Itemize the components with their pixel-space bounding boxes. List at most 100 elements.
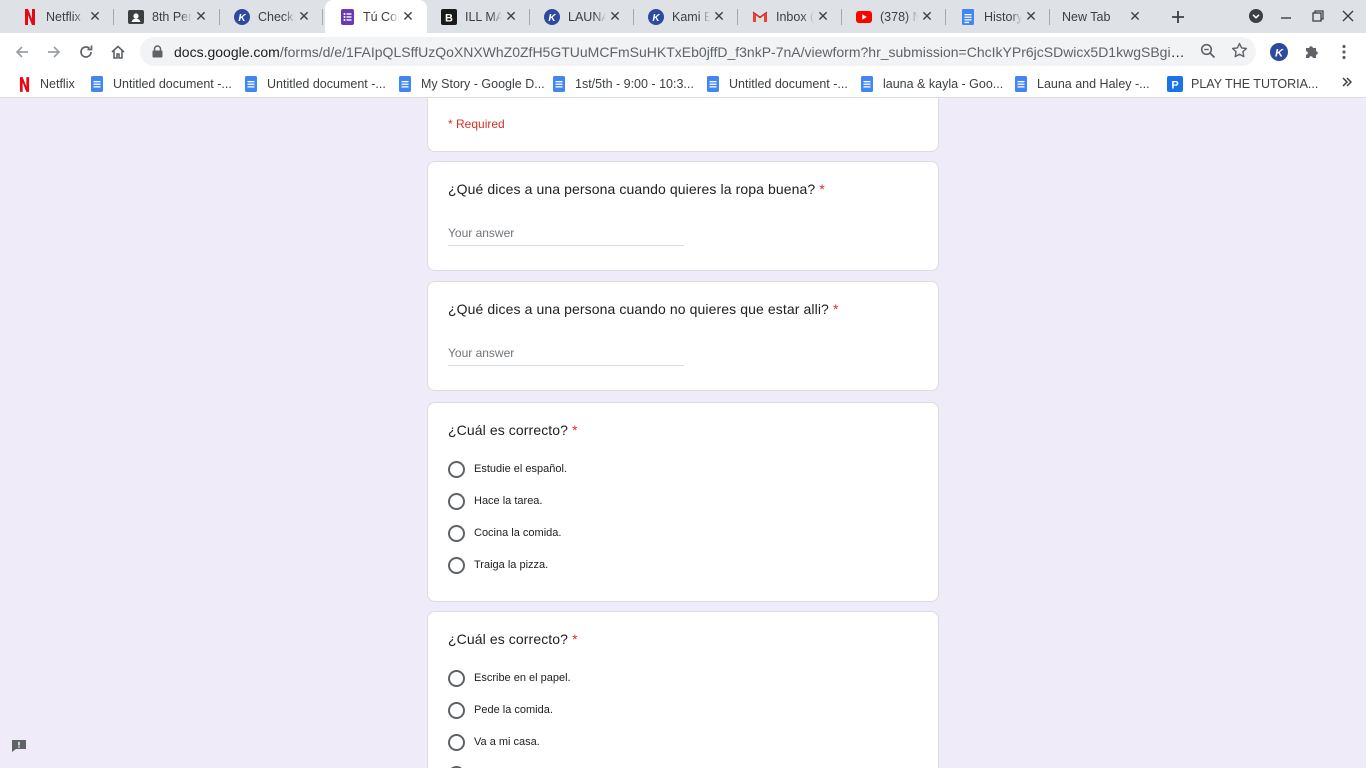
bookmark-launa-kayla[interactable]: launa & kayla - Goo... — [859, 75, 1003, 93]
close-icon[interactable]: ✕ — [710, 8, 728, 26]
close-icon[interactable]: ✕ — [918, 8, 936, 26]
tab-ill-make[interactable]: B ILL MAKE ✕ — [427, 0, 530, 33]
bookmark-star-icon[interactable] — [1231, 42, 1248, 64]
puzzle-icon — [1305, 45, 1318, 58]
radio-option[interactable]: Estudie el español. — [448, 459, 567, 479]
close-icon[interactable]: ✕ — [192, 8, 210, 26]
short-answer-field[interactable] — [448, 342, 684, 366]
close-icon[interactable]: ✕ — [1022, 8, 1040, 26]
bookmark-untitled-document-3[interactable]: Untitled document -... — [705, 75, 848, 93]
tab-tu-con[interactable]: Tú Con ✕ — [325, 0, 427, 33]
minimize-button[interactable] — [1274, 5, 1298, 27]
address-bar[interactable]: docs.google.com/forms/d/e/1FAIpQLSffUzQo… — [140, 37, 1256, 66]
radio-button[interactable] — [448, 492, 465, 510]
option-label: Traiga la pizza. — [474, 559, 549, 571]
radio-button[interactable] — [448, 701, 465, 719]
bookmark-my-story[interactable]: My Story - Google D... — [397, 75, 545, 93]
option-label: Pede la comida. — [474, 704, 553, 716]
question-title: ¿Qué dices a una persona cuando quieres … — [448, 181, 825, 197]
radio-option[interactable] — [448, 764, 474, 768]
restore-icon — [1312, 10, 1324, 22]
required-asterisk: * — [819, 181, 825, 197]
close-icon[interactable]: ✕ — [502, 8, 520, 26]
radio-button[interactable] — [448, 556, 465, 574]
tab-netflix[interactable]: Netflix ✕ — [8, 0, 114, 33]
home-button[interactable] — [104, 38, 132, 66]
bookmark-untitled-document-2[interactable]: Untitled document -... — [243, 75, 386, 93]
option-label: Cocina la comida. — [474, 527, 562, 539]
bookmark-play-tutorial[interactable]: P PLAY THE TUTORIA... — [1167, 75, 1318, 93]
close-icon[interactable]: ✕ — [399, 8, 417, 26]
tab-history[interactable]: History ✕ — [946, 0, 1050, 33]
google-forms-icon — [339, 8, 355, 25]
tab-inbox[interactable]: Inbox ( ✕ — [738, 0, 842, 33]
radio-button[interactable] — [448, 669, 465, 687]
reload-button[interactable] — [72, 38, 100, 66]
back-button[interactable] — [8, 38, 36, 66]
radio-option[interactable]: Va a mi casa. — [448, 732, 540, 752]
tab-search-button[interactable] — [1244, 5, 1268, 27]
form-page: * Required ¿Qué dices a una persona cuan… — [0, 98, 1366, 768]
required-note: * Required — [448, 117, 505, 131]
report-feedback-icon[interactable] — [11, 739, 27, 753]
brainly-icon: B — [441, 8, 457, 25]
gmail-icon — [752, 9, 768, 25]
close-icon[interactable]: ✕ — [1126, 8, 1144, 26]
zoom-icon[interactable] — [1200, 43, 1216, 64]
required-asterisk: * — [832, 301, 839, 317]
bookmark-untitled-document-1[interactable]: Untitled document -... — [89, 75, 232, 93]
arrow-right-icon — [48, 46, 61, 58]
tab-new-tab[interactable]: New Tab ✕ — [1050, 0, 1154, 33]
url-text[interactable]: docs.google.com/forms/d/e/1FAIpQLSffUzQo… — [174, 44, 1186, 60]
radio-option[interactable]: Cocina la comida. — [448, 523, 561, 543]
google-docs-icon — [859, 76, 875, 92]
question-text: ¿Cuál es correcto? — [448, 422, 569, 438]
bookmark-label: PLAY THE TUTORIA... — [1191, 77, 1319, 91]
kami-extension-button[interactable]: K — [1268, 41, 1290, 63]
question-card-1: ¿Qué dices a una persona cuando quieres … — [427, 161, 939, 271]
close-icon[interactable]: ✕ — [814, 8, 832, 26]
bookmarks-overflow-button[interactable] — [1342, 74, 1353, 90]
forward-button[interactable] — [40, 38, 68, 66]
bookmark-1st-5th[interactable]: 1st/5th - 9:00 - 10:3... — [551, 75, 694, 93]
short-answer-field[interactable] — [448, 222, 684, 246]
bookmark-label: Netflix — [40, 77, 75, 91]
answer-input-2[interactable] — [448, 342, 684, 360]
bookmark-netflix[interactable]: Netflix — [16, 75, 75, 93]
tab-kami[interactable]: K Kami E ✕ — [634, 0, 738, 33]
question-title: ¿Qué dices a una persona cuando no quier… — [448, 301, 839, 317]
radio-button[interactable] — [448, 733, 465, 751]
lock-icon[interactable] — [152, 45, 166, 58]
radio-button[interactable] — [448, 460, 465, 478]
radio-option[interactable]: Hace la tarea. — [448, 491, 542, 511]
question-card-3: ¿Cuál es correcto? * Estudie el español. … — [427, 402, 939, 602]
radio-option[interactable]: Traiga la pizza. — [448, 555, 548, 575]
google-docs-icon — [1013, 76, 1029, 92]
close-icon[interactable]: ✕ — [606, 8, 624, 26]
radio-option[interactable]: Pede la comida. — [448, 700, 553, 720]
reload-icon — [80, 45, 93, 58]
bookmark-launa-haley[interactable]: Launa and Haley -... — [1013, 75, 1150, 93]
radio-option[interactable]: Escribe en el papel. — [448, 668, 571, 688]
question-title: ¿Cuál es correcto? * — [448, 631, 578, 647]
close-window-button[interactable] — [1336, 5, 1360, 27]
google-docs-icon — [960, 8, 976, 25]
kami-icon: K — [648, 8, 664, 25]
bookmark-label: Launa and Haley -... — [1037, 77, 1150, 91]
extensions-button[interactable] — [1300, 41, 1322, 63]
answer-input-1[interactable] — [448, 222, 684, 240]
close-icon[interactable]: ✕ — [295, 8, 313, 26]
tab-checks[interactable]: K Checks ✕ — [220, 0, 323, 33]
restore-button[interactable] — [1306, 5, 1330, 27]
bookmarks-bar: Netflix Untitled document -... Untitled … — [0, 70, 1366, 98]
close-icon[interactable]: ✕ — [86, 8, 104, 26]
tab-youtube[interactable]: (378) N ✕ — [842, 0, 946, 33]
bookmark-label: My Story - Google D... — [421, 77, 545, 91]
menu-button[interactable] — [1333, 41, 1355, 63]
tab-8th-period[interactable]: 8th Period ✕ — [114, 0, 220, 33]
radio-button[interactable] — [448, 524, 465, 542]
new-tab-button[interactable] — [1166, 5, 1190, 29]
kami-icon: K — [234, 8, 250, 25]
arrow-left-icon — [15, 46, 28, 58]
tab-launa[interactable]: K LAUNA ✕ — [530, 0, 634, 33]
